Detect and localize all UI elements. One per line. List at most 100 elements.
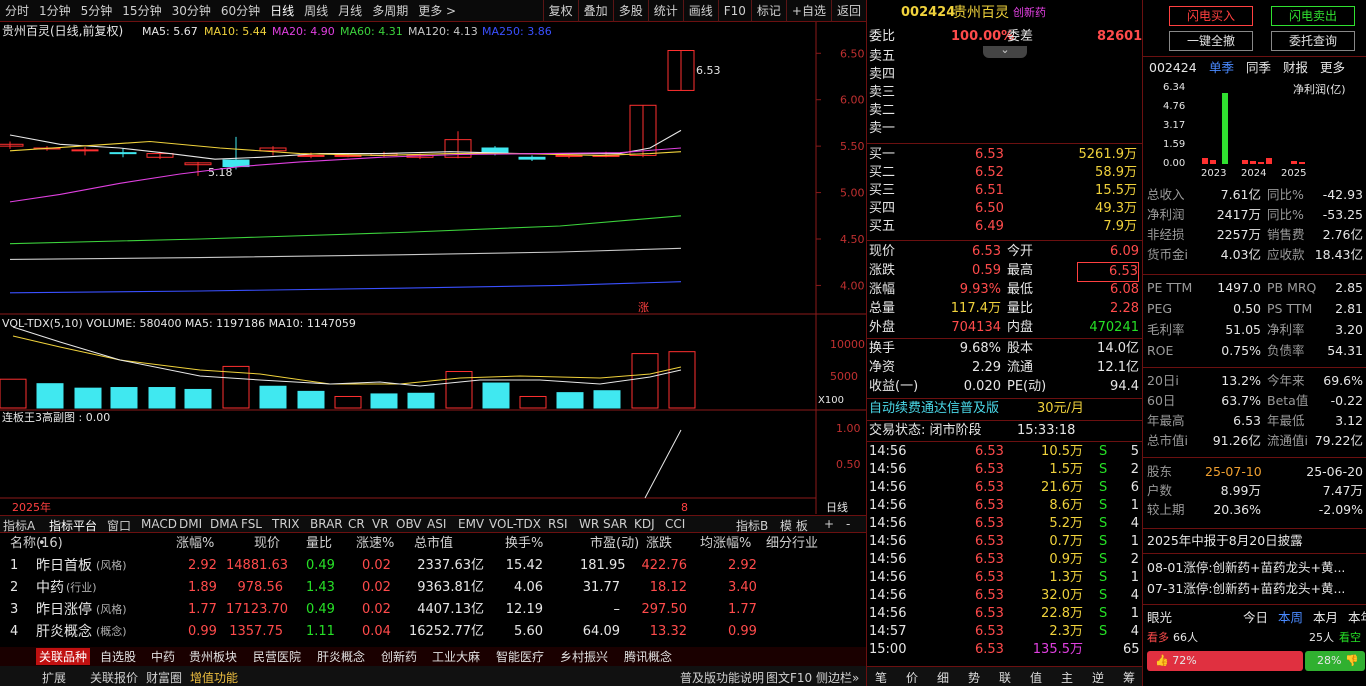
table-header-6[interactable]: 总市值	[414, 533, 453, 555]
related-tab-0[interactable]: 关联品种	[36, 648, 91, 665]
toolbar-btn-0[interactable]: 复权	[544, 2, 578, 19]
fin-tab-3[interactable]: 更多	[1320, 58, 1345, 78]
quote-tab-0[interactable]: 笔	[875, 669, 887, 686]
status-item-1[interactable]: 关联报价	[90, 669, 138, 686]
quote-tab-1[interactable]: 价	[906, 669, 918, 686]
table-row[interactable]: 3 昨日涨停 (风格) 1.77 17123.70 0.49 0.02 4407.13亿 12.…	[0, 599, 850, 621]
news-item-0[interactable]: 08-01涨停:创新药+苗药龙头+黄...	[1147, 558, 1366, 578]
indicator-tab-11[interactable]: OBV	[396, 517, 422, 531]
row-name[interactable]: 昨日首板	[36, 555, 92, 577]
toolbar-btn-2[interactable]: 多股	[614, 2, 648, 19]
table-header-7[interactable]: 换手%	[505, 533, 543, 555]
status-right-1[interactable]: 图文F10	[766, 669, 812, 686]
indicator-tab-19[interactable]: CCI	[665, 517, 685, 531]
period-4[interactable]: 30分钟	[167, 2, 216, 19]
indicator-tab-15[interactable]: RSI	[548, 517, 568, 531]
toolbar-btn-4[interactable]: 画线	[684, 2, 718, 19]
news-item-1[interactable]: 07-31涨停:创新药+苗药龙头+黄...	[1147, 579, 1366, 599]
toolbar-btn-5[interactable]: F10	[719, 4, 751, 18]
quote-tab-2[interactable]: 细	[937, 669, 949, 686]
ad-row[interactable]: 自动续费通达信普及版 30元/月	[867, 400, 1143, 418]
related-tab-10[interactable]: 腾讯概念	[624, 648, 672, 665]
quote-tab-3[interactable]: 势	[968, 669, 980, 686]
indicator-tab-1[interactable]: 指标平台	[49, 517, 97, 534]
kline-chart[interactable]: 贵州百灵(日线,前复权) MA5: 5.67 MA10: 5.44 MA20: 4.9…	[0, 22, 866, 514]
toolbar-btn-7[interactable]: +自选	[787, 2, 831, 19]
table-header-4[interactable]: 量比	[306, 533, 332, 555]
related-tab-9[interactable]: 乡村振兴	[560, 648, 608, 665]
eye-tab-1[interactable]: 本周	[1278, 608, 1303, 628]
indicator-tab-4[interactable]: DMI	[179, 517, 202, 531]
status-right-0[interactable]: 普及版功能说明	[680, 669, 764, 686]
table-row[interactable]: 4 肝炎概念 (概念) 0.99 1357.75 1.11 0.04 16252.77亿 5.6…	[0, 621, 850, 643]
fin-tab-2[interactable]: 财报	[1283, 58, 1308, 78]
period-2[interactable]: 5分钟	[76, 2, 118, 19]
quote-tab-4[interactable]: 联	[999, 669, 1011, 686]
indicator-tab-8[interactable]: BRAR	[310, 517, 343, 531]
side-btn-1[interactable]: 闪电卖出	[1271, 6, 1355, 26]
indicator-tab-16[interactable]: WR	[579, 517, 599, 531]
table-row[interactable]: 2 中药 (行业) 1.89 978.56 1.43 0.02 9363.81亿 4.06 31.…	[0, 577, 850, 599]
eye-tab-2[interactable]: 本月	[1313, 608, 1338, 628]
table-header-8[interactable]: 市盈(动)	[590, 533, 639, 555]
row-name[interactable]: 昨日涨停	[36, 599, 92, 621]
quote-tab-5[interactable]: 值	[1030, 669, 1042, 686]
status-right-2[interactable]: 侧边栏»	[816, 669, 859, 686]
period-3[interactable]: 15分钟	[117, 2, 166, 19]
indicator-tab-5[interactable]: DMA	[210, 517, 238, 531]
indicator-tab-10[interactable]: VR	[372, 517, 389, 531]
quote-tab-6[interactable]: 主	[1061, 669, 1073, 686]
related-tab-1[interactable]: 自选股	[100, 648, 136, 665]
side-btn-2[interactable]: 一键全撤	[1169, 31, 1253, 51]
indicator-tab-14[interactable]: VOL-TDX	[489, 517, 541, 531]
ad-text[interactable]: 自动续费通达信普及版	[869, 400, 999, 418]
period-9[interactable]: 多周期	[367, 2, 413, 19]
related-tab-5[interactable]: 肝炎概念	[317, 648, 365, 665]
status-item-3[interactable]: 增值功能	[190, 669, 238, 686]
period-6[interactable]: 日线	[265, 2, 299, 19]
table-header-10[interactable]: 均涨幅%	[700, 533, 751, 555]
related-tab-7[interactable]: 工业大麻	[432, 648, 480, 665]
related-tab-8[interactable]: 智能医疗	[496, 648, 544, 665]
fin-tab-1[interactable]: 同季	[1246, 58, 1271, 78]
side-btn-0[interactable]: 闪电买入	[1169, 6, 1253, 26]
table-header-0[interactable]: 名称(16)	[10, 533, 63, 555]
table-header-5[interactable]: 涨速%	[356, 533, 394, 555]
toolbar-btn-6[interactable]: 标记	[752, 2, 786, 19]
ad-price[interactable]: 30元/月	[1037, 400, 1084, 418]
toolbar-btn-8[interactable]: 返回	[832, 2, 866, 19]
indicator-tab-3[interactable]: MACD	[141, 517, 177, 531]
related-tab-6[interactable]: 创新药	[381, 648, 417, 665]
toolbar-btn-1[interactable]: 叠加	[579, 2, 613, 19]
period-0[interactable]: 分时	[0, 2, 34, 19]
indicator-tab-17[interactable]: SAR	[603, 517, 627, 531]
quote-tab-7[interactable]: 逆	[1092, 669, 1104, 686]
related-tab-4[interactable]: 民营医院	[253, 648, 301, 665]
status-item-2[interactable]: 财富圈	[146, 669, 182, 686]
table-header-1[interactable]: •	[38, 533, 46, 555]
indicator-tab-12[interactable]: ASI	[427, 517, 446, 531]
period-5[interactable]: 60分钟	[216, 2, 265, 19]
indicator-tab-right-2[interactable]: +	[824, 517, 834, 531]
indicator-tab-7[interactable]: TRIX	[272, 517, 299, 531]
indicator-tab-9[interactable]: CR	[348, 517, 365, 531]
eye-tab-3[interactable]: 本年	[1348, 608, 1366, 628]
indicator-tab-6[interactable]: FSL	[241, 517, 262, 531]
indicator-tab-13[interactable]: EMV	[458, 517, 484, 531]
table-row[interactable]: 1 昨日首板 (风格) 2.92 14881.63 0.49 0.02 2337.63亿 15.…	[0, 555, 850, 577]
indicator-tab-right-0[interactable]: 指标B	[736, 517, 768, 534]
indicator-tab-2[interactable]: 窗口	[107, 517, 131, 534]
table-header-2[interactable]: 涨幅%	[176, 533, 214, 555]
fin-tab-0[interactable]: 单季	[1209, 58, 1234, 78]
period-10[interactable]: 更多 >	[413, 2, 461, 19]
toolbar-btn-3[interactable]: 统计	[649, 2, 683, 19]
related-tab-2[interactable]: 中药	[151, 648, 175, 665]
side-btn-3[interactable]: 委托查询	[1271, 31, 1355, 51]
period-1[interactable]: 1分钟	[34, 2, 76, 19]
table-header-3[interactable]: 现价	[254, 533, 280, 555]
status-item-0[interactable]: 扩展	[42, 669, 66, 686]
row-name[interactable]: 中药	[36, 577, 64, 599]
table-header-9[interactable]: 涨跌	[646, 533, 672, 555]
related-tab-3[interactable]: 贵州板块	[189, 648, 237, 665]
table-header-11[interactable]: 细分行业	[766, 533, 818, 555]
